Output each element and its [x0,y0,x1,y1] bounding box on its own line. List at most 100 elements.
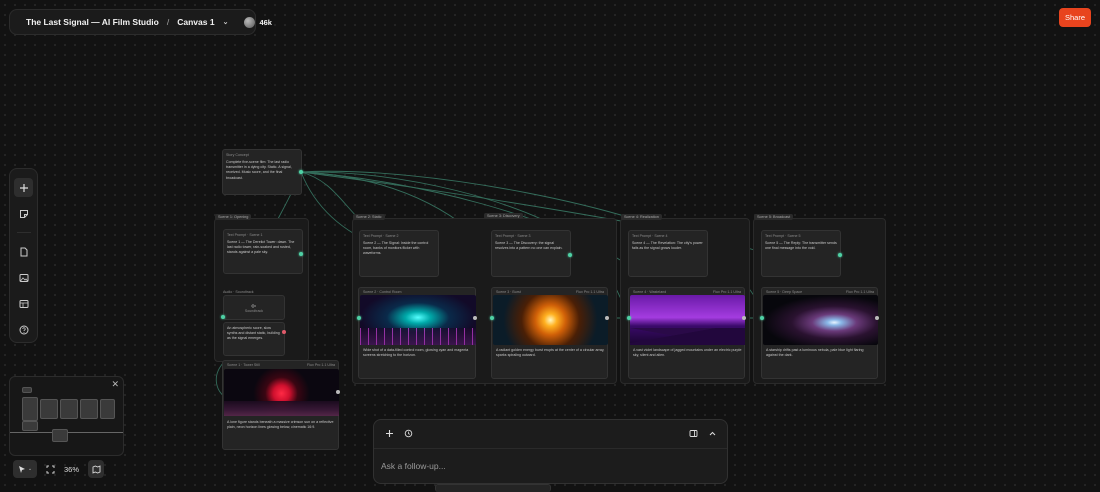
model-label: Flux Pro 1.1 Ultra [846,290,874,294]
chevron-up-icon[interactable] [705,426,719,440]
map-toggle-button[interactable] [88,460,105,478]
group-label: Scene 4: Realization [621,214,662,220]
share-button[interactable]: Share [1059,8,1091,27]
fit-view-icon[interactable] [46,465,55,474]
node-header: Text Prompt · Scene 5 [765,234,801,238]
minimap-node [100,399,115,419]
credits-icon [244,16,256,28]
zoom-level[interactable]: 36% [64,465,79,474]
input-handle[interactable] [299,252,303,256]
add-icon[interactable] [14,178,33,197]
node-header: Text Prompt · Scene 1 [227,233,263,237]
audio-output-handle[interactable] [282,330,286,334]
history-icon[interactable] [401,426,415,440]
minimap-node [60,399,78,419]
output-handle[interactable] [875,316,879,320]
sticky-note-icon[interactable] [14,204,33,223]
image-description: Wide shot of a data-filled control room,… [363,348,469,358]
node-header: Text Prompt · Scene 3 [495,234,531,238]
output-handle[interactable] [742,316,746,320]
node-header: Scene 2 · Control Room [363,290,402,294]
input-handle[interactable] [760,316,764,320]
node-header: Text Prompt · Scene 4 [632,234,668,238]
output-handle[interactable] [568,253,572,257]
minimap-node [80,399,98,419]
minimap-node [22,421,38,431]
group-label: Scene 2: Static [353,214,385,220]
output-handle[interactable] [299,170,303,174]
minimap-chat [52,429,68,442]
layout-icon[interactable] [14,294,33,313]
image-description: A vast violet landscape of jagged mounta… [633,348,742,358]
add-icon[interactable] [382,426,396,440]
document-icon[interactable] [14,242,33,261]
node-header: Audio · Soundtrack [223,290,254,294]
node-text: Scene 1 — The Derelict Tower: dawn. The … [227,240,295,255]
scene-group-1[interactable]: Scene 1: Opening Text Prompt · Scene 1 S… [214,214,309,362]
project-header: The Last Signal — AI Film Studio / Canva… [9,9,272,35]
scene-4-prompt-node[interactable]: Text Prompt · Scene 4 Scene 4 — The Reve… [628,230,708,277]
model-label: Flux Pro 1.1 Ultra [307,363,335,367]
project-title[interactable]: The Last Signal — AI Film Studio [26,17,159,27]
minimap-node [22,387,32,393]
text-prompt-node[interactable]: Text Prompt · Scene 1 Scene 1 — The Dere… [223,229,303,274]
scene-3-prompt-node[interactable]: Text Prompt · Scene 3 Scene 3 — The Disc… [491,230,571,277]
chevron-down-icon[interactable]: ⌄ [223,18,229,26]
scene-2-image-node[interactable]: Scene 2 · Control Room Wide shot of a da… [358,287,476,379]
audio-label: Soundtrack [244,308,264,313]
minimap-node [40,399,58,419]
scene-5-prompt-node[interactable]: Text Prompt · Scene 5 Scene 5 — The Repl… [761,230,841,277]
node-text: Scene 2 — The Signal: Inside the control… [363,241,429,256]
audio-node[interactable]: Soundtrack [223,295,285,320]
output-handle[interactable] [838,253,842,257]
group-label: Scene 1: Opening [215,214,252,220]
close-icon[interactable]: ✕ [111,379,119,390]
follow-up-input[interactable] [374,448,727,483]
node-text: Scene 4 — The Revelation: The city's pow… [632,241,703,251]
scene-3-image-node[interactable]: Scene 3 · Burst Flux Pro 1.1 Ultra A rad… [491,287,608,379]
chevron-down-icon: ⌄ [27,466,33,472]
toolbar-divider [16,232,31,233]
node-header: Story Concept [226,153,249,157]
image-description: A lone figure stands beneath a massive c… [227,420,334,430]
node-header: Scene 4 · Wasteland [633,290,667,294]
canvas-name[interactable]: Canvas 1 [177,17,214,27]
scene-image[interactable] [493,295,608,345]
node-header: Scene 1 · Tower Still [227,363,260,367]
scene-2-prompt-node[interactable]: Text Prompt · Scene 2 Scene 2 — The Sign… [359,230,439,277]
output-handle[interactable] [473,316,477,320]
input-handle[interactable] [221,315,225,319]
left-toolbar [9,168,38,343]
scene-1-image-node[interactable]: Scene 1 · Tower Still Flux Pro 1.1 Ultra… [222,360,339,450]
model-label: Flux Pro 1.1 Ultra [713,290,741,294]
scene-5-image-node[interactable]: Scene 5 · Deep Space Flux Pro 1.1 Ultra … [761,287,878,379]
map-icon [92,464,100,474]
zoom-controls: ⌄ 36% [9,458,124,480]
credits-counter[interactable]: 46k [244,16,272,28]
select-tool-button[interactable]: ⌄ [13,460,37,478]
story-concept-node[interactable]: Story Concept Complete five-scene film: … [222,149,302,195]
image-icon[interactable] [14,268,33,287]
input-handle[interactable] [357,316,361,320]
image-grid-floor [360,328,476,345]
group-label: Scene 5: Broadcast [754,214,794,220]
breadcrumb-separator: / [166,17,170,27]
minimap[interactable]: ✕ [9,376,124,456]
output-handle[interactable] [336,390,340,394]
sidebar-toggle-icon[interactable] [686,426,700,440]
image-mountains [630,328,745,345]
credits-value: 46k [259,17,272,27]
node-header: Scene 5 · Deep Space [766,290,803,294]
scene-4-image-node[interactable]: Scene 4 · Wasteland Flux Pro 1.1 Ultra A… [628,287,745,379]
input-handle[interactable] [627,316,631,320]
output-handle[interactable] [605,316,609,320]
input-handle[interactable] [490,316,494,320]
collapsed-node[interactable] [435,484,551,492]
node-header: Text Prompt · Scene 2 [363,234,399,238]
chat-panel [373,419,728,484]
audio-description-node[interactable]: An atmospheric score, slow synths and di… [223,322,285,356]
scene-image[interactable] [763,295,878,345]
help-icon[interactable] [14,320,33,339]
node-text: Complete five-scene film: The last radio… [226,160,292,180]
image-horizon [224,401,339,416]
